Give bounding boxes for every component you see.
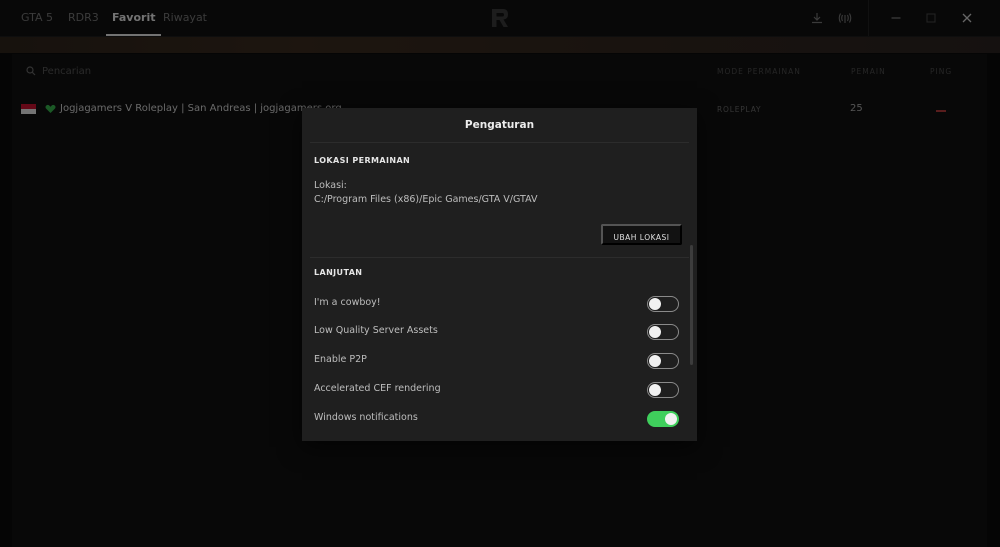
change-location-button[interactable]: UBAH LOKASI [601, 224, 682, 245]
toggle-knob [665, 413, 677, 425]
option-label-cef-rendering: Accelerated CEF rendering [314, 383, 441, 394]
location-label: Lokasi: [314, 180, 347, 191]
toggle-cef-rendering[interactable] [647, 382, 679, 398]
toggle-cowboy[interactable] [647, 296, 679, 312]
option-label-p2p: Enable P2P [314, 354, 367, 365]
title-divider [310, 142, 689, 143]
toggle-knob [649, 326, 661, 338]
section-game-location: LOKASI PERMAINAN [314, 156, 411, 165]
toggle-knob [649, 355, 661, 367]
toggle-knob [649, 384, 661, 396]
location-path: C:/Program Files (x86)/Epic Games/GTA V/… [314, 194, 538, 205]
option-label-windows-notifications: Windows notifications [314, 412, 418, 423]
toggle-low-quality-assets[interactable] [647, 324, 679, 340]
section-advanced: LANJUTAN [314, 268, 363, 277]
toggle-knob [649, 298, 661, 310]
toggle-windows-notifications[interactable] [647, 411, 679, 427]
modal-title: Pengaturan [464, 119, 535, 131]
toggle-p2p[interactable] [647, 353, 679, 369]
section-divider [310, 257, 689, 258]
option-label-low-quality-assets: Low Quality Server Assets [314, 325, 438, 336]
option-label-cowboy: I'm a cowboy! [314, 297, 381, 308]
scrollbar[interactable] [690, 245, 693, 365]
settings-modal: Pengaturan LOKASI PERMAINAN Lokasi: C:/P… [302, 108, 697, 441]
